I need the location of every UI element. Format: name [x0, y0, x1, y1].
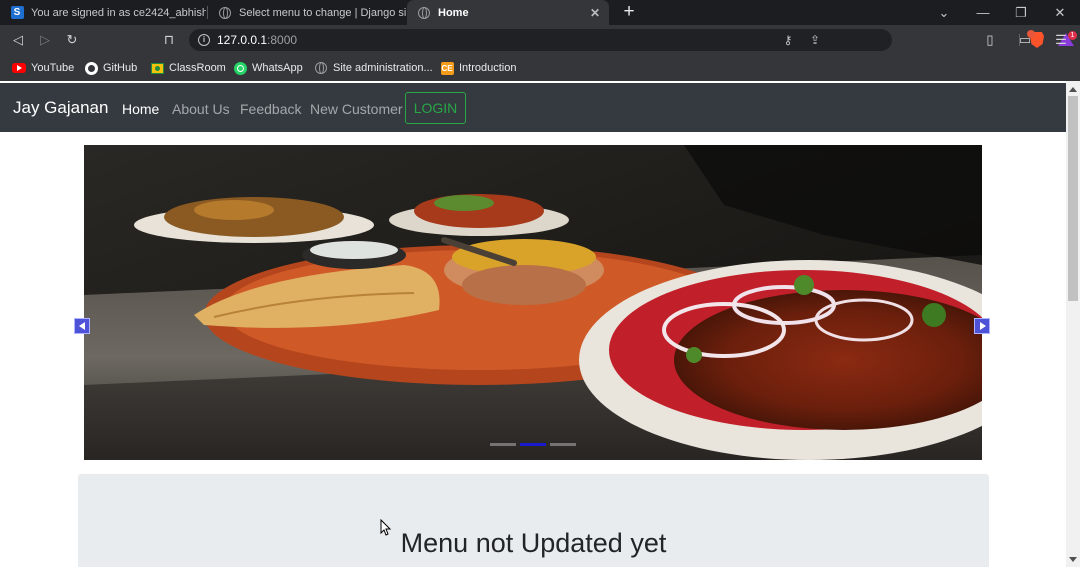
- site-info-icon[interactable]: i: [198, 34, 210, 46]
- bookmarks-bar: YouTube GitHub ClassRoom WhatsApp Site a…: [0, 55, 1080, 81]
- nav-feedback[interactable]: Feedback: [240, 101, 301, 117]
- page-scrollbar[interactable]: [1066, 81, 1080, 567]
- close-tab-icon[interactable]: ✕: [587, 6, 603, 20]
- bookmark-introduction[interactable]: CE Introduction: [440, 59, 516, 77]
- address-bar[interactable]: i 127.0.0.1:8000 ⚷ ⇪ 1: [189, 29, 1077, 51]
- close-window-button[interactable]: ✕: [1041, 0, 1079, 25]
- mouse-cursor-icon: [380, 519, 392, 536]
- globe-icon: [218, 6, 232, 20]
- bookmark-github[interactable]: GitHub: [84, 59, 137, 77]
- nav-about-us[interactable]: About Us: [172, 101, 230, 117]
- reload-icon[interactable]: ↻: [62, 30, 82, 50]
- globe-icon: [417, 6, 431, 20]
- menu-jumbotron: Menu not Updated yet: [78, 474, 989, 567]
- scroll-up-arrow-icon[interactable]: [1069, 87, 1077, 92]
- share-icon[interactable]: ⇪: [806, 31, 824, 49]
- key-icon[interactable]: ⚷: [779, 31, 797, 49]
- tab-search-icon[interactable]: ⌄: [925, 0, 963, 25]
- tab-title: Select menu to change | Django site a: [239, 6, 406, 19]
- introduction-icon: CE: [440, 61, 454, 75]
- browser-tab-signed-in[interactable]: S You are signed in as ce2424_abhishek: [0, 0, 206, 25]
- carousel-indicator[interactable]: [490, 443, 516, 446]
- menu-status-message: Menu not Updated yet: [400, 528, 667, 558]
- page-viewport: Jay Gajanan Home About Us Feedback New C…: [0, 81, 1080, 567]
- back-icon[interactable]: ◁: [8, 30, 28, 50]
- classroom-icon: [150, 61, 164, 75]
- carousel-food-image: [84, 145, 982, 460]
- tab-title: You are signed in as ce2424_abhishek: [31, 6, 206, 19]
- s-favicon-icon: S: [10, 6, 24, 20]
- login-button[interactable]: LOGIN: [405, 92, 466, 124]
- nav-home[interactable]: Home: [122, 101, 159, 117]
- address-url: 127.0.0.1:8000: [217, 33, 298, 47]
- browser-tab-home[interactable]: Home ✕: [407, 0, 609, 25]
- browser-toolbar: ◁ ▷ ↻ ⊓ i 127.0.0.1:8000 ⚷ ⇪ 1 ▯ ▭ ☰: [0, 25, 1080, 55]
- forward-icon[interactable]: ▷: [35, 30, 55, 50]
- bookmark-classroom[interactable]: ClassRoom: [150, 59, 226, 77]
- github-icon: [84, 61, 98, 75]
- bookmark-site-administration[interactable]: Site administration...: [314, 59, 433, 77]
- sidebar-icon[interactable]: ▯: [980, 30, 1000, 50]
- carousel-indicator[interactable]: [550, 443, 576, 446]
- whatsapp-icon: [233, 61, 247, 75]
- tab-title: Home: [438, 6, 469, 19]
- browser-tab-strip: S You are signed in as ce2424_abhishek S…: [0, 0, 1080, 25]
- youtube-icon: [12, 61, 26, 75]
- globe-icon: [314, 61, 328, 75]
- browser-tab-django-admin[interactable]: Select menu to change | Django site a: [208, 0, 406, 25]
- minimize-button[interactable]: —: [964, 0, 1002, 25]
- carousel-indicator-active[interactable]: [520, 443, 546, 446]
- site-brand[interactable]: Jay Gajanan: [13, 98, 108, 118]
- wallet-badge: [1027, 30, 1035, 38]
- nav-new-customer[interactable]: New Customer: [310, 101, 403, 117]
- site-navbar: Jay Gajanan Home About Us Feedback New C…: [0, 83, 1066, 132]
- carousel-previous-button[interactable]: [74, 318, 90, 334]
- scrollbar-thumb[interactable]: [1068, 96, 1078, 301]
- scroll-down-arrow-icon[interactable]: [1069, 557, 1077, 562]
- carousel-next-button[interactable]: [974, 318, 990, 334]
- restore-button[interactable]: ❐: [1002, 0, 1040, 25]
- bookmark-icon[interactable]: ⊓: [159, 30, 179, 50]
- bookmark-youtube[interactable]: YouTube: [12, 59, 74, 77]
- new-tab-button[interactable]: +: [619, 2, 639, 22]
- menu-icon[interactable]: ☰: [1051, 30, 1071, 50]
- bookmark-whatsapp[interactable]: WhatsApp: [233, 59, 303, 77]
- food-carousel[interactable]: [84, 145, 982, 460]
